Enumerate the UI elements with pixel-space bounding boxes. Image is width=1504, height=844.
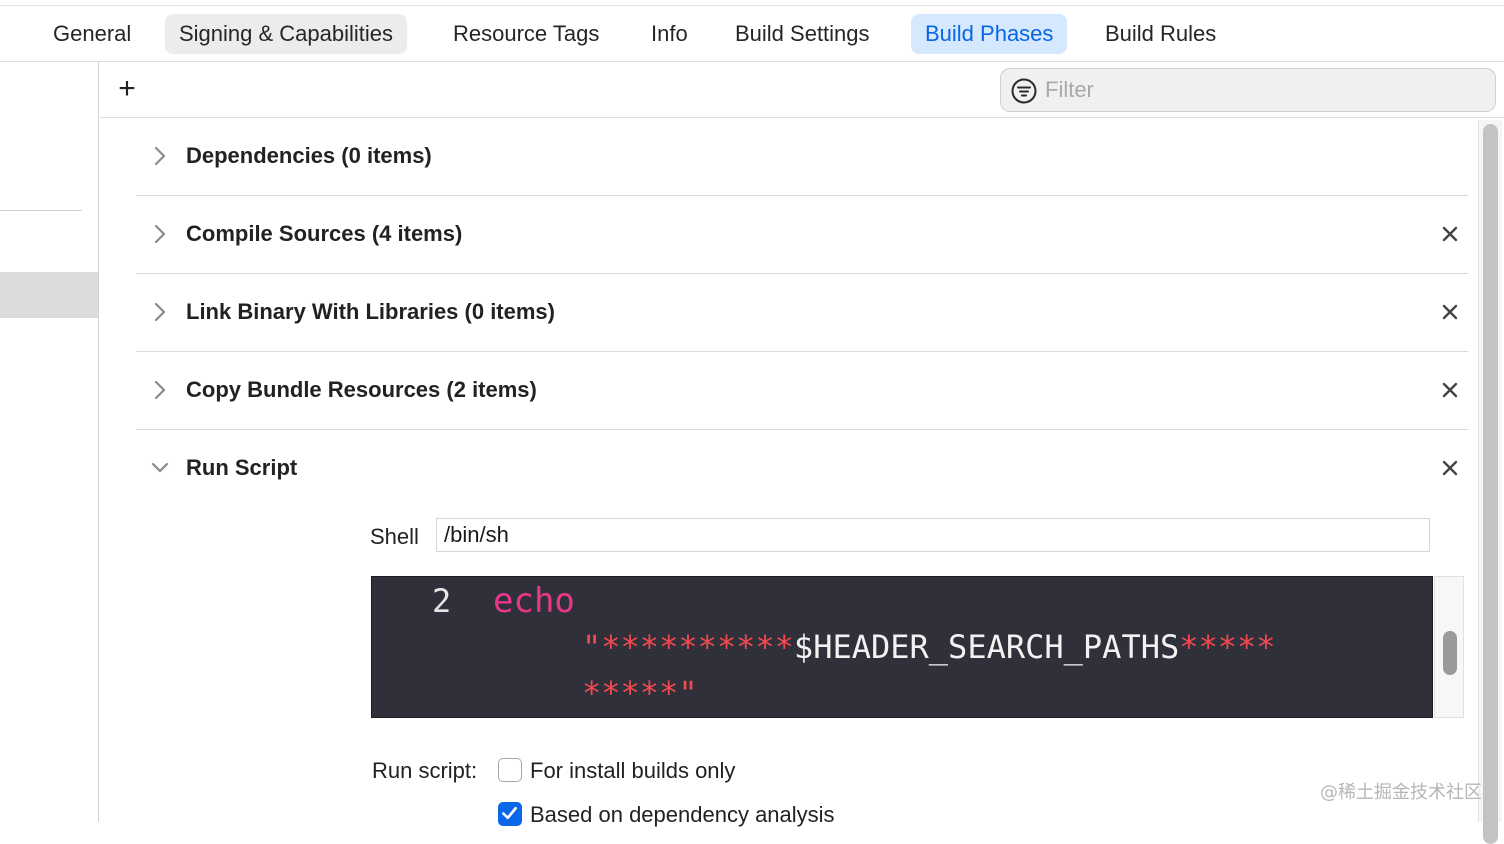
phase-title: Link Binary With Libraries (0 items) <box>186 299 555 324</box>
sidebar-divider <box>0 210 82 211</box>
close-icon[interactable] <box>1438 222 1462 246</box>
install-builds-only-label[interactable]: For install builds only <box>530 758 735 784</box>
tab-build-rules[interactable]: Build Rules <box>1091 14 1230 54</box>
chevron-right-icon[interactable] <box>150 142 170 170</box>
tab-build-phases[interactable]: Build Phases <box>911 14 1068 54</box>
phase-title: Run Script <box>186 455 298 480</box>
chevron-right-icon[interactable] <box>150 298 170 326</box>
phase-copy-bundle-resources[interactable]: Copy Bundle Resources (2 items) <box>136 352 1468 430</box>
close-icon[interactable] <box>1438 378 1462 402</box>
tab-signing-capabilities[interactable]: Signing & Capabilities <box>165 14 408 54</box>
phase-title: Copy Bundle Resources (2 items) <box>186 377 537 402</box>
phase-link-binary[interactable]: Link Binary With Libraries (0 items) <box>136 274 1468 352</box>
line-number: 2 <box>432 582 452 620</box>
shell-label: Shell <box>370 524 419 549</box>
filter-icon <box>1011 78 1037 104</box>
phase-run-script: Run Script Shell /bin/sh 2 echo "*******… <box>136 430 1468 830</box>
tab-build-settings[interactable]: Build Settings <box>721 14 884 54</box>
tab-resource-tags[interactable]: Resource Tags <box>439 14 613 54</box>
script-keyword: echo <box>493 581 575 621</box>
close-icon[interactable] <box>1438 300 1462 324</box>
chevron-right-icon[interactable] <box>150 220 170 248</box>
shell-input[interactable]: /bin/sh <box>436 518 1430 552</box>
sidebar-selected-target[interactable] <box>0 272 98 318</box>
phase-title: Dependencies (0 items) <box>186 143 432 168</box>
dependency-analysis-label[interactable]: Based on dependency analysis <box>530 802 835 828</box>
filter-input[interactable] <box>1043 75 1483 105</box>
content-scroll-thumb[interactable] <box>1483 124 1498 844</box>
phase-title: Compile Sources (4 items) <box>186 221 463 246</box>
watermark: @稀土掘金技术社区 <box>1320 782 1482 803</box>
run-script-options-label: Run script: <box>372 758 478 783</box>
phase-compile-sources[interactable]: Compile Sources (4 items) <box>136 196 1468 274</box>
script-string-line: "**********$HEADER_SEARCH_PATHS***** <box>582 628 1276 666</box>
tab-info[interactable]: Info <box>637 14 702 54</box>
editor-tab-bar: General Signing & Capabilities Resource … <box>0 6 1504 62</box>
close-icon[interactable] <box>1438 456 1462 480</box>
build-phases-list: Dependencies (0 items) Compile Sources (… <box>100 118 1504 827</box>
phase-dependencies[interactable]: Dependencies (0 items) <box>136 118 1468 196</box>
build-phases-toolbar: + <box>100 62 1504 118</box>
targets-sidebar <box>0 62 99 822</box>
script-editor[interactable]: 2 echo "**********$HEADER_SEARCH_PATHS**… <box>371 576 1433 718</box>
content-scrollbar[interactable] <box>1478 120 1502 844</box>
chevron-down-icon[interactable] <box>148 456 172 480</box>
filter-field[interactable] <box>1000 68 1496 112</box>
editor-scrollbar[interactable] <box>1434 576 1464 718</box>
checkmark-icon <box>502 806 517 820</box>
editor-scroll-thumb[interactable] <box>1443 631 1457 675</box>
dependency-analysis-checkbox[interactable] <box>498 802 522 826</box>
tab-general[interactable]: General <box>39 14 145 54</box>
add-build-phase-button[interactable]: + <box>114 74 140 104</box>
chevron-right-icon[interactable] <box>150 376 170 404</box>
script-string-line: *****" <box>582 674 698 712</box>
install-builds-only-checkbox[interactable] <box>498 758 522 782</box>
